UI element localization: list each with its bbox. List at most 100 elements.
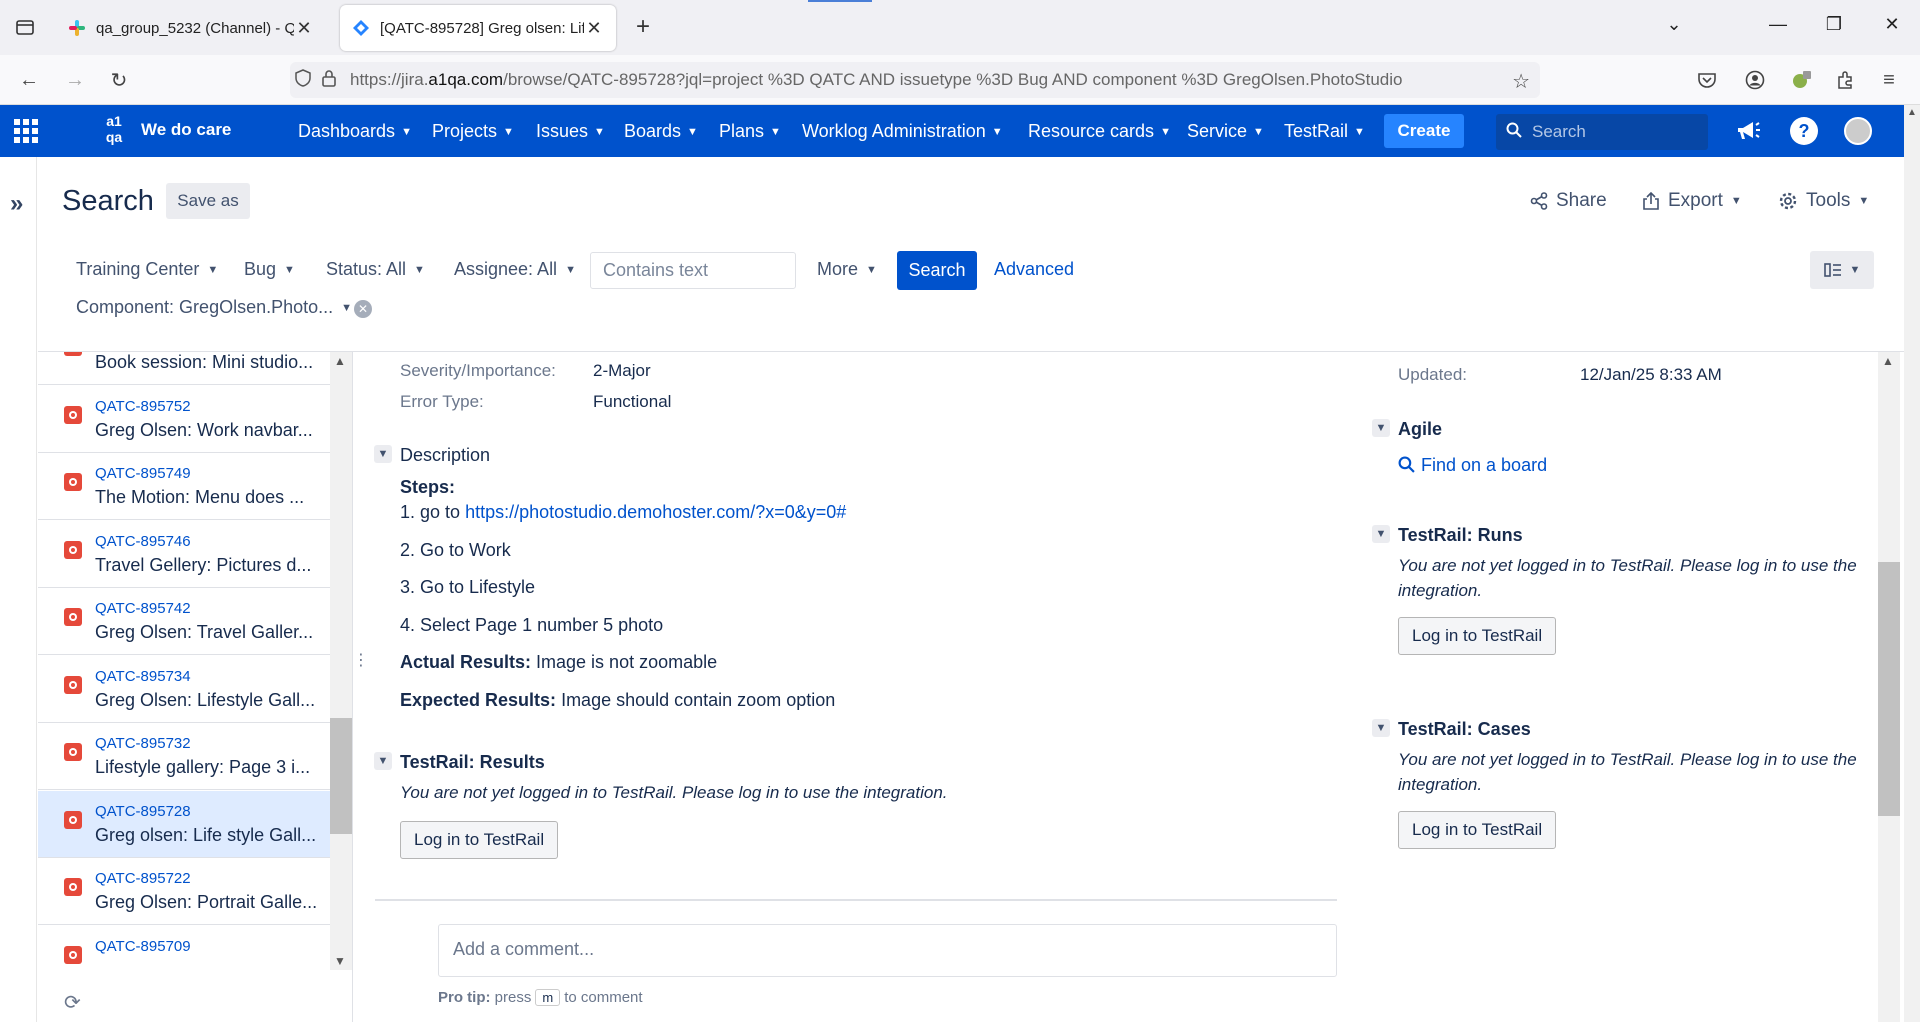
menu-hamburger-icon[interactable]: ≡ xyxy=(1874,66,1904,94)
close-window-icon[interactable]: ✕ xyxy=(1872,14,1912,35)
menu-issues[interactable]: Issues ▼ xyxy=(536,121,605,142)
issue-summary[interactable]: Greg Olsen: Portrait Galle... xyxy=(95,892,317,913)
issue-summary[interactable]: Travel Gellery: Pictures d... xyxy=(95,555,311,576)
menu-dashboards[interactable]: Dashboards ▼ xyxy=(298,121,412,142)
collapse-testrail-results-icon[interactable]: ▼ xyxy=(374,752,392,770)
maximize-icon[interactable]: ❐ xyxy=(1814,14,1854,35)
issue-summary[interactable]: Book session: Mini studio... xyxy=(95,352,313,373)
tools-button[interactable]: Tools ▼ xyxy=(1778,190,1869,212)
add-comment-input[interactable]: Add a comment... xyxy=(438,924,1337,977)
step-1-link[interactable]: https://photostudio.demohoster.com/?x=0&… xyxy=(465,502,846,522)
export-button[interactable]: Export ▼ xyxy=(1642,190,1742,212)
menu-service[interactable]: Service ▼ xyxy=(1187,121,1264,142)
address-bar[interactable]: https://jira.a1qa.com/browse/QATC-895728… xyxy=(290,62,1540,98)
menu-plans[interactable]: Plans ▼ xyxy=(719,121,781,142)
megaphone-icon[interactable] xyxy=(1734,117,1762,145)
issue-key[interactable]: QATC-895752 xyxy=(95,398,191,415)
extensions-puzzle-icon[interactable] xyxy=(1830,66,1860,94)
collapse-testrail-runs-icon[interactable]: ▼ xyxy=(1372,525,1390,543)
app-switcher-icon[interactable] xyxy=(14,119,38,143)
collapse-description-icon[interactable]: ▼ xyxy=(374,445,392,463)
testrail-runs-login-button[interactable]: Log in to TestRail xyxy=(1398,617,1557,655)
menu-worklog-administration[interactable]: Worklog Administration ▼ xyxy=(802,121,1003,142)
issue-summary[interactable]: The Motion: Menu does ... xyxy=(95,487,304,508)
issue-key[interactable]: QATC-895728 xyxy=(95,803,191,820)
list-item[interactable]: QATC-895722 Greg Olsen: Portrait Galle..… xyxy=(38,858,330,925)
refresh-icon[interactable]: ⟳ xyxy=(64,990,81,1015)
forward-icon[interactable]: → xyxy=(60,66,90,94)
tab-list-icon[interactable] xyxy=(8,12,42,42)
help-icon[interactable]: ? xyxy=(1790,117,1818,145)
issue-summary[interactable]: Greg Olsen: Work navbar... xyxy=(95,420,313,441)
status-filter[interactable]: Status: All ▼ xyxy=(326,259,425,280)
issue-key[interactable]: QATC-895734 xyxy=(95,668,191,685)
create-button[interactable]: Create xyxy=(1384,114,1464,148)
contains-text-input[interactable]: Contains text xyxy=(590,252,796,289)
menu-resource-cards[interactable]: Resource cards ▼ xyxy=(1028,121,1171,142)
lock-icon[interactable] xyxy=(316,69,342,92)
browser-tab-jira[interactable]: [QATC-895728] Greg olsen: Life ✕ xyxy=(340,5,616,51)
list-item[interactable]: QATC-895709 xyxy=(38,926,330,970)
scroll-thumb[interactable] xyxy=(330,718,352,834)
list-item[interactable]: QATC-895749 The Motion: Menu does ... xyxy=(38,453,330,520)
close-tab-icon[interactable]: ✕ xyxy=(584,18,604,39)
browser-tab-slack[interactable]: qa_group_5232 (Channel) - QA ✕ xyxy=(56,5,326,51)
user-avatar[interactable] xyxy=(1844,117,1872,145)
testrail-results-login-button[interactable]: Log in to TestRail xyxy=(400,821,559,859)
list-item[interactable]: QATC-895734 Greg Olsen: Lifestyle Gall..… xyxy=(38,656,330,723)
menu-projects[interactable]: Projects ▼ xyxy=(432,121,514,142)
advanced-link[interactable]: Advanced xyxy=(994,259,1074,280)
issue-list-scrollbar[interactable]: ▲ ▼ xyxy=(330,352,352,970)
issue-key[interactable]: QATC-895742 xyxy=(95,600,191,617)
list-item[interactable]: Book session: Mini studio... xyxy=(38,352,330,385)
find-on-board-link[interactable]: Find on a board xyxy=(1398,455,1547,476)
assignee-filter[interactable]: Assignee: All ▼ xyxy=(454,259,576,280)
list-item[interactable]: QATC-895752 Greg Olsen: Work navbar... xyxy=(38,386,330,453)
testrail-cases-login-button[interactable]: Log in to TestRail xyxy=(1398,811,1557,849)
a1qa-logo[interactable]: a1 qa xyxy=(100,113,128,145)
scroll-thumb[interactable] xyxy=(1878,562,1900,816)
bookmark-star-icon[interactable]: ☆ xyxy=(1512,69,1530,94)
page-scrollbar[interactable]: ▲ xyxy=(1904,105,1920,1022)
more-filter[interactable]: More ▼ xyxy=(817,259,877,280)
project-filter[interactable]: Training Center ▼ xyxy=(76,259,218,280)
issue-key[interactable]: QATC-895749 xyxy=(95,465,191,482)
collapse-agile-icon[interactable]: ▼ xyxy=(1372,419,1390,437)
close-tab-icon[interactable]: ✕ xyxy=(294,18,314,39)
type-filter[interactable]: Bug ▼ xyxy=(244,259,295,280)
issue-key[interactable]: QATC-895746 xyxy=(95,533,191,550)
issue-key[interactable]: QATC-895732 xyxy=(95,735,191,752)
share-button[interactable]: Share xyxy=(1530,190,1607,212)
search-button[interactable]: Search xyxy=(897,251,977,290)
reload-icon[interactable]: ↻ xyxy=(104,66,134,94)
minimize-icon[interactable]: — xyxy=(1758,14,1798,35)
back-icon[interactable]: ← xyxy=(14,66,44,94)
menu-testrail[interactable]: TestRail ▼ xyxy=(1284,121,1365,142)
detail-scrollbar[interactable]: ▲ xyxy=(1878,352,1900,1022)
list-item[interactable]: QATC-895732 Lifestyle gallery: Page 3 i.… xyxy=(38,723,330,790)
menu-boards[interactable]: Boards ▼ xyxy=(624,121,698,142)
collapse-testrail-cases-icon[interactable]: ▼ xyxy=(1372,719,1390,737)
tab-overflow-icon[interactable]: ⌄ xyxy=(1654,14,1694,35)
jira-search-input[interactable]: Search xyxy=(1496,114,1708,150)
shield-icon[interactable] xyxy=(290,68,316,92)
issue-summary[interactable]: Greg olsen: Life style Gall... xyxy=(95,825,316,846)
list-item-selected[interactable]: QATC-895728 Greg olsen: Life style Gall.… xyxy=(38,791,330,858)
list-item[interactable]: QATC-895742 Greg Olsen: Travel Galler... xyxy=(38,588,330,655)
list-item[interactable]: QATC-895746 Travel Gellery: Pictures d..… xyxy=(38,521,330,588)
expand-sidebar-icon[interactable]: » xyxy=(10,190,23,218)
save-as-button[interactable]: Save as xyxy=(166,183,250,219)
account-icon[interactable] xyxy=(1740,66,1770,94)
issue-key[interactable]: QATC-895709 xyxy=(95,938,191,955)
issue-summary[interactable]: Greg Olsen: Lifestyle Gall... xyxy=(95,690,315,711)
issue-summary[interactable]: Greg Olsen: Travel Galler... xyxy=(95,622,313,643)
component-filter[interactable]: Component: GregOlsen.Photo... ▼ xyxy=(76,297,352,318)
url-text[interactable]: https://jira.a1qa.com/browse/QATC-895728… xyxy=(350,70,1470,90)
extension-badge-icon[interactable] xyxy=(1786,66,1816,94)
new-tab-icon[interactable]: + xyxy=(628,13,658,41)
clear-filter-icon[interactable]: ✕ xyxy=(354,300,372,318)
issue-key[interactable]: QATC-895722 xyxy=(95,870,191,887)
pocket-icon[interactable] xyxy=(1692,66,1722,94)
layout-switcher-button[interactable]: ▼ xyxy=(1810,251,1874,289)
issue-summary[interactable]: Lifestyle gallery: Page 3 i... xyxy=(95,757,310,778)
